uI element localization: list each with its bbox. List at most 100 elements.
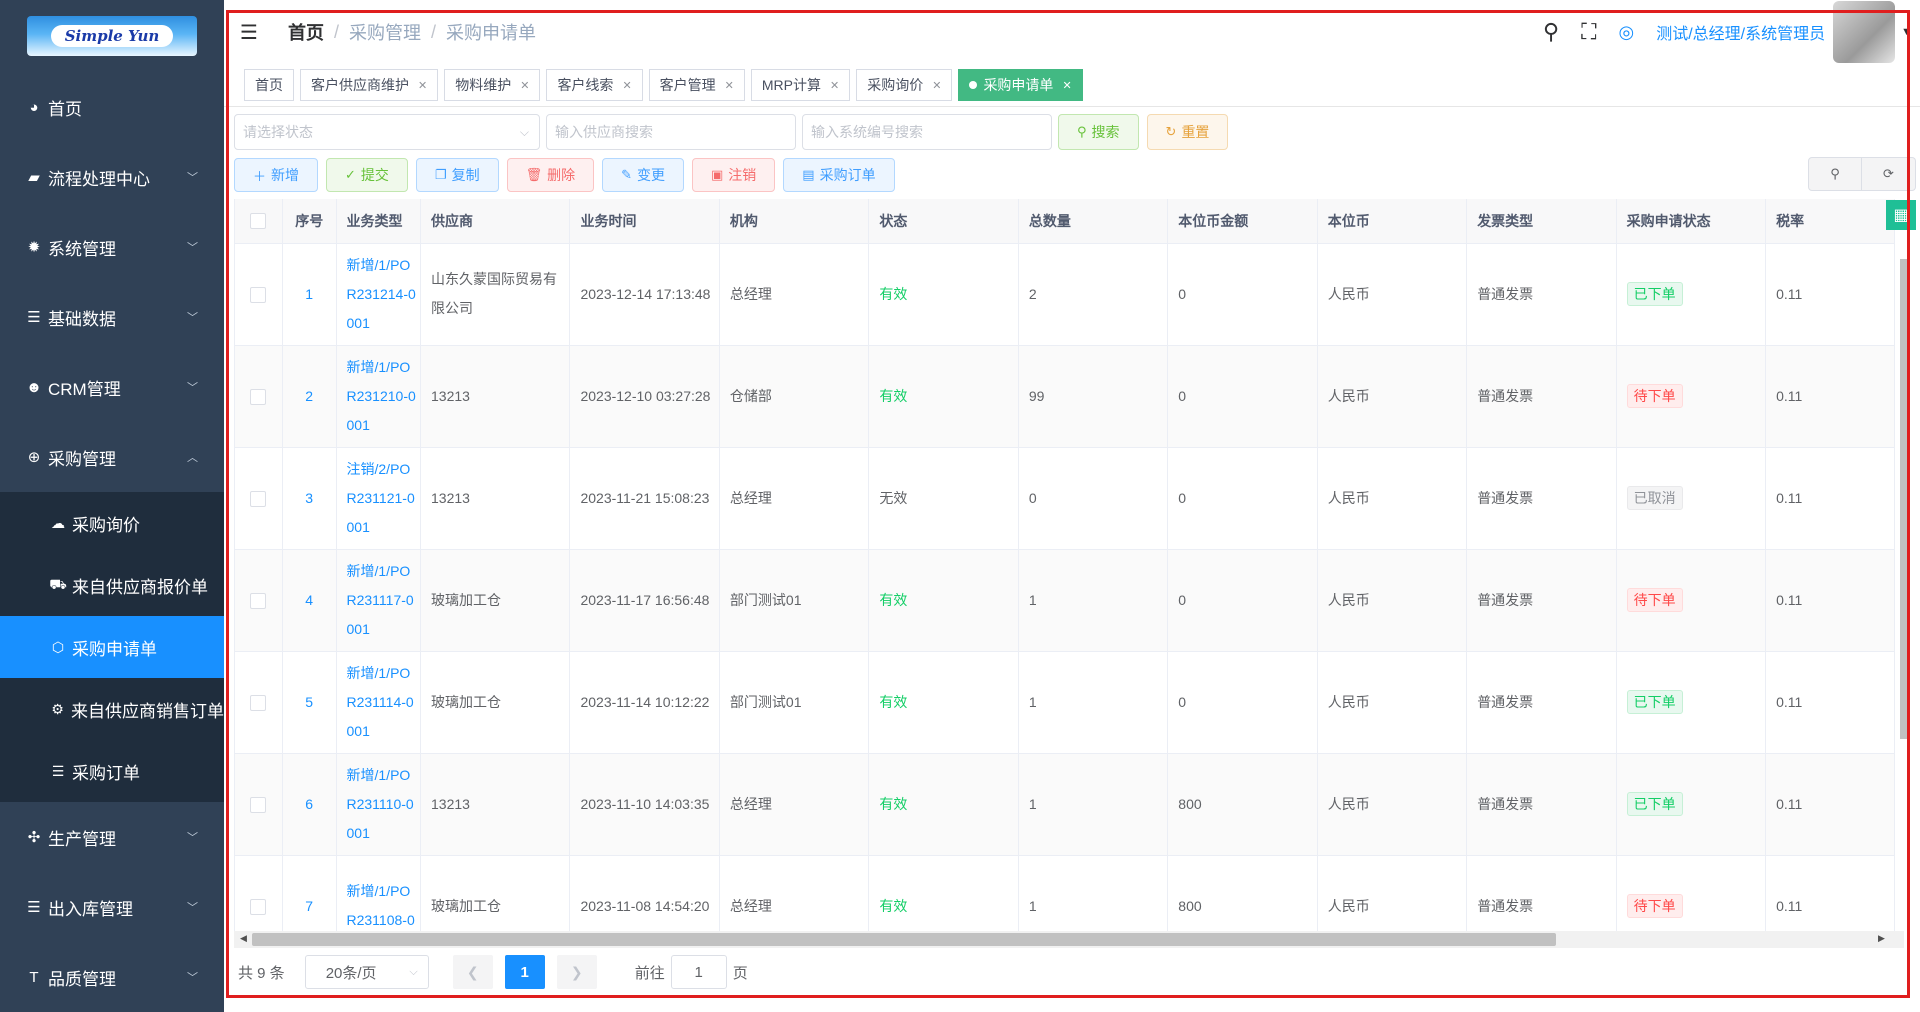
close-icon[interactable]: ✕ bbox=[725, 79, 734, 92]
close-icon[interactable]: ✕ bbox=[830, 79, 839, 92]
tag-7[interactable]: 采购申请单 ✕ bbox=[958, 69, 1083, 101]
gear-icon: ✹ bbox=[27, 239, 41, 256]
logo[interactable]: Simple Yun bbox=[27, 16, 197, 56]
sidebar-item-0[interactable]: ✣ 生产管理 ﹀ bbox=[0, 802, 224, 872]
business-type-link[interactable]: 新增/1/POR231210-0001 bbox=[347, 359, 416, 433]
row-checkbox[interactable] bbox=[235, 345, 283, 448]
close-icon[interactable]: ✕ bbox=[1062, 79, 1071, 92]
submenu-item-2[interactable]: ⬡ 采购申请单 bbox=[0, 616, 224, 678]
sidebar-item-4[interactable]: ☻ CRM管理 ﹀ bbox=[0, 352, 224, 422]
horizontal-scroll-thumb[interactable] bbox=[252, 933, 1556, 946]
user-name[interactable]: 测试/总经理/系统管理员 bbox=[1656, 20, 1825, 44]
vertical-scrollbar[interactable] bbox=[1900, 259, 1910, 739]
breadcrumb-home[interactable]: 首页 bbox=[288, 19, 324, 45]
row-checkbox[interactable] bbox=[235, 651, 283, 754]
column-header[interactable]: 发票类型 bbox=[1466, 199, 1617, 244]
purchase-order-button[interactable]: ▤ 采购订单 bbox=[783, 158, 895, 192]
column-header[interactable]: 机构 bbox=[719, 199, 870, 244]
prev-page-button[interactable]: ❮ bbox=[452, 955, 493, 989]
submit-button[interactable]: ✓ 提交 bbox=[326, 158, 408, 192]
tag-5[interactable]: MRP计算 ✕ bbox=[750, 69, 851, 101]
row-checkbox[interactable] bbox=[235, 549, 283, 652]
business-type-link[interactable]: 注销/2/POR231121-0001 bbox=[347, 461, 415, 535]
search-button[interactable]: ⚲ 搜索 bbox=[1058, 114, 1139, 150]
status-select[interactable]: 请选择状态 ⌵ bbox=[234, 114, 540, 150]
column-header[interactable]: 本位币金额 bbox=[1167, 199, 1318, 244]
tag-3[interactable]: 客户线索 ✕ bbox=[546, 69, 643, 101]
close-icon[interactable]: ✕ bbox=[932, 79, 941, 92]
sidebar-item-0[interactable]: ◕ 首页 bbox=[0, 72, 224, 142]
scroll-right-icon[interactable]: ▶ bbox=[1878, 933, 1885, 944]
table-row[interactable]: 4 新增/1/POR231117-0001 玻璃加工仓 2023-11-17 16:5… bbox=[235, 549, 1895, 652]
avatar[interactable] bbox=[1833, 1, 1896, 63]
row-checkbox[interactable] bbox=[235, 753, 283, 856]
grid-icon[interactable]: ▦ bbox=[1886, 200, 1916, 230]
sidebar-item-5[interactable]: ⊕ 采购管理 ︿ bbox=[0, 422, 224, 492]
sidebar-item-1[interactable]: ☰ 出入库管理 ﹀ bbox=[0, 872, 224, 942]
page-number-current[interactable]: 1 bbox=[504, 955, 545, 989]
supplier-search-input[interactable]: 输入供应商搜索 bbox=[546, 114, 796, 150]
column-header[interactable]: 采购申请状态 bbox=[1616, 199, 1767, 244]
change-button[interactable]: ✎ 变更 bbox=[602, 158, 684, 192]
column-header[interactable]: 税率 bbox=[1765, 199, 1895, 244]
table-row[interactable]: 2 新增/1/POR231210-0001 13213 2023-12-10 03:2… bbox=[235, 345, 1895, 448]
select-all-checkbox[interactable] bbox=[235, 199, 283, 244]
tag-6[interactable]: 采购询价 ✕ bbox=[856, 69, 953, 101]
row-checkbox[interactable] bbox=[235, 243, 283, 346]
column-header[interactable]: 总数量 bbox=[1018, 199, 1169, 244]
column-header[interactable]: 本位币 bbox=[1317, 199, 1468, 244]
table-row[interactable]: 1 新增/1/POR231214-0001 山东久蒙国际贸易有限公司 2023-12-… bbox=[235, 243, 1895, 346]
delete-button[interactable]: 🗑︎ 删除 bbox=[506, 158, 595, 192]
refresh-icon[interactable]: ⟳ bbox=[1862, 157, 1916, 191]
sidebar-item-3[interactable]: ☰ 基础数据 ﹀ bbox=[0, 282, 224, 352]
cell-apply: 待下单 bbox=[1616, 855, 1767, 931]
close-icon[interactable]: ✕ bbox=[418, 79, 427, 92]
row-checkbox[interactable] bbox=[235, 447, 283, 550]
column-header[interactable]: 业务类型 bbox=[336, 199, 422, 244]
column-header[interactable]: 状态 bbox=[868, 199, 1019, 244]
submenu-item-1[interactable]: ⛟ 来自供应商报价单 bbox=[0, 554, 224, 616]
submenu-item-0[interactable]: ☁ 采购询价 bbox=[0, 492, 224, 554]
sidebar-item-2[interactable]: T 品质管理 ﹀ bbox=[0, 942, 224, 1012]
column-header[interactable]: 供应商 bbox=[420, 199, 571, 244]
table-row[interactable]: 3 注销/2/POR231121-0001 13213 2023-11-21 15:0… bbox=[235, 447, 1895, 550]
sidebar-item-2[interactable]: ✹ 系统管理 ﹀ bbox=[0, 212, 224, 282]
sidebar-item-1[interactable]: ▰ 流程处理中心 ﹀ bbox=[0, 142, 224, 212]
chat-icon[interactable]: ◎ bbox=[1618, 22, 1634, 43]
cancel-button[interactable]: ▣ 注销 bbox=[692, 158, 776, 192]
tag-2[interactable]: 物料维护 ✕ bbox=[444, 69, 541, 101]
search-icon[interactable]: ⚲ bbox=[1543, 19, 1559, 45]
reset-button[interactable]: ↻ 重置 bbox=[1146, 114, 1229, 150]
table-row[interactable]: 5 新增/1/POR231114-0001 玻璃加工仓 2023-11-14 10:1… bbox=[235, 651, 1895, 754]
business-type-link[interactable]: 新增/1/POR231214-0001 bbox=[347, 257, 416, 331]
page-size-select[interactable]: 20条/页 ⌵ bbox=[304, 955, 429, 989]
column-header[interactable]: 序号 bbox=[282, 199, 337, 244]
add-button[interactable]: ＋新增 bbox=[234, 158, 319, 192]
business-type-link[interactable]: 新增/1/POR231114-0001 bbox=[347, 665, 414, 739]
fullscreen-icon[interactable]: ⛶ bbox=[1581, 19, 1596, 45]
table-row[interactable]: 7 新增/1/POR231108-0 玻璃加工仓 2023-11-08 14:54:2… bbox=[235, 855, 1895, 931]
scroll-left-icon[interactable]: ◀ bbox=[240, 933, 247, 944]
business-type-link[interactable]: 新增/1/POR231108-0 bbox=[347, 883, 415, 928]
tag-label: 客户管理 bbox=[659, 77, 716, 93]
table-row[interactable]: 6 新增/1/POR231110-0001 13213 2023-11-10 14:0… bbox=[235, 753, 1895, 856]
hamburger-icon[interactable]: ☰ bbox=[240, 20, 264, 45]
sysno-search-input[interactable]: 输入系统编号搜索 bbox=[802, 114, 1052, 150]
column-header[interactable]: 业务时间 bbox=[569, 199, 720, 244]
goto-page-input[interactable]: 1 bbox=[670, 955, 727, 989]
business-type-link[interactable]: 新增/1/POR231117-0001 bbox=[347, 563, 414, 637]
close-icon[interactable]: ✕ bbox=[622, 79, 631, 92]
toggle-search-icon[interactable]: ⚲ bbox=[1808, 157, 1862, 191]
submenu-item-3[interactable]: ⚙ 来自供应商销售订单 bbox=[0, 678, 224, 740]
close-icon[interactable]: ✕ bbox=[520, 79, 529, 92]
next-page-button[interactable]: ❯ bbox=[556, 955, 597, 989]
submenu-item-4[interactable]: ☰ 采购订单 bbox=[0, 740, 224, 802]
tag-1[interactable]: 客户供应商维护 ✕ bbox=[300, 69, 439, 101]
row-checkbox[interactable] bbox=[235, 855, 283, 931]
copy-button[interactable]: ❐ 复制 bbox=[415, 158, 499, 192]
business-type-link[interactable]: 新增/1/POR231110-0001 bbox=[347, 767, 414, 841]
tag-0[interactable]: 首页 bbox=[244, 69, 294, 101]
tag-4[interactable]: 客户管理 ✕ bbox=[648, 69, 745, 101]
caret-down-icon[interactable]: ▼ bbox=[1901, 26, 1912, 38]
cell-invoice: 普通发票 bbox=[1466, 855, 1617, 931]
